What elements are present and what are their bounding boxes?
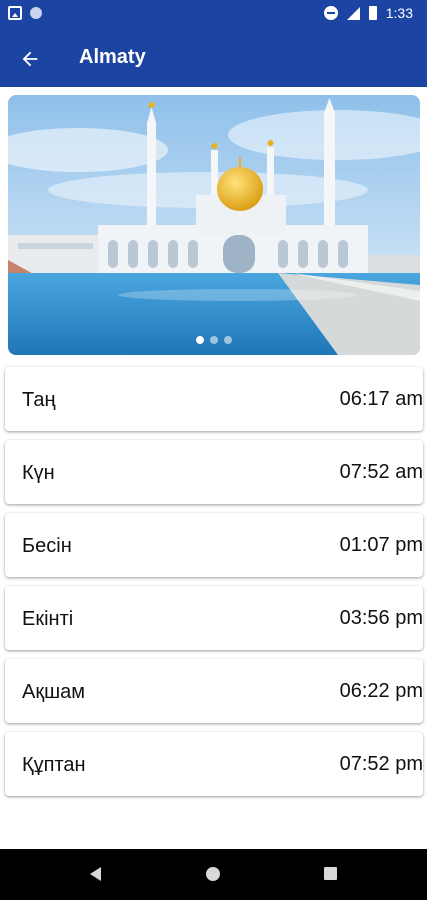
prayer-time: 01:07 pm xyxy=(339,534,423,556)
prayer-time-card-tan: Таң 06:17 am xyxy=(5,367,423,431)
prayer-time: 07:52 pm xyxy=(339,753,423,775)
app-bar: Almaty xyxy=(0,29,427,87)
status-bar: 1:33 xyxy=(0,0,427,29)
carousel-dot-1[interactable] xyxy=(196,336,204,344)
prayer-time-card-kun: Күн 07:52 am xyxy=(5,440,423,504)
nav-back-icon[interactable] xyxy=(90,867,101,881)
battery-icon xyxy=(368,6,377,20)
gallery-notification-icon xyxy=(8,6,22,20)
carousel-dot-3[interactable] xyxy=(224,336,232,344)
prayer-time-card-quptan: Құптан 07:52 pm xyxy=(5,732,423,796)
prayer-time-card-aksham: Ақшам 06:22 pm xyxy=(5,659,423,723)
mosque-image xyxy=(8,95,420,355)
nav-home-icon[interactable] xyxy=(206,867,220,881)
prayer-time: 06:22 pm xyxy=(339,680,423,702)
prayer-name: Екінті xyxy=(22,608,74,630)
back-button[interactable] xyxy=(12,41,48,77)
prayer-name: Күн xyxy=(22,462,55,484)
notification-dot-icon xyxy=(30,7,42,19)
prayer-name: Бесін xyxy=(22,535,72,557)
do-not-disturb-icon xyxy=(323,6,338,20)
prayer-name: Ақшам xyxy=(22,681,86,703)
prayer-name: Таң xyxy=(22,389,56,411)
system-navigation-bar xyxy=(0,849,427,900)
prayer-time: 06:17 am xyxy=(339,388,423,410)
arrow-back-icon xyxy=(22,51,38,67)
prayer-time-card-ekinti: Екінті 03:56 pm xyxy=(5,586,423,650)
mosque-image-carousel[interactable] xyxy=(8,95,420,355)
prayer-time: 07:52 am xyxy=(339,461,423,483)
prayer-name: Құптан xyxy=(22,754,86,776)
carousel-dot-2[interactable] xyxy=(210,336,218,344)
prayer-time: 03:56 pm xyxy=(339,607,423,629)
signal-icon xyxy=(346,6,360,20)
carousel-indicator xyxy=(196,336,232,344)
prayer-times-list: Таң 06:17 am Күн 07:52 am Бесін 01:07 pm… xyxy=(5,367,423,805)
nav-recents-icon[interactable] xyxy=(324,867,337,880)
status-time: 1:33 xyxy=(385,5,413,21)
prayer-time-card-besin: Бесін 01:07 pm xyxy=(5,513,423,577)
page-title: Almaty xyxy=(79,46,146,68)
